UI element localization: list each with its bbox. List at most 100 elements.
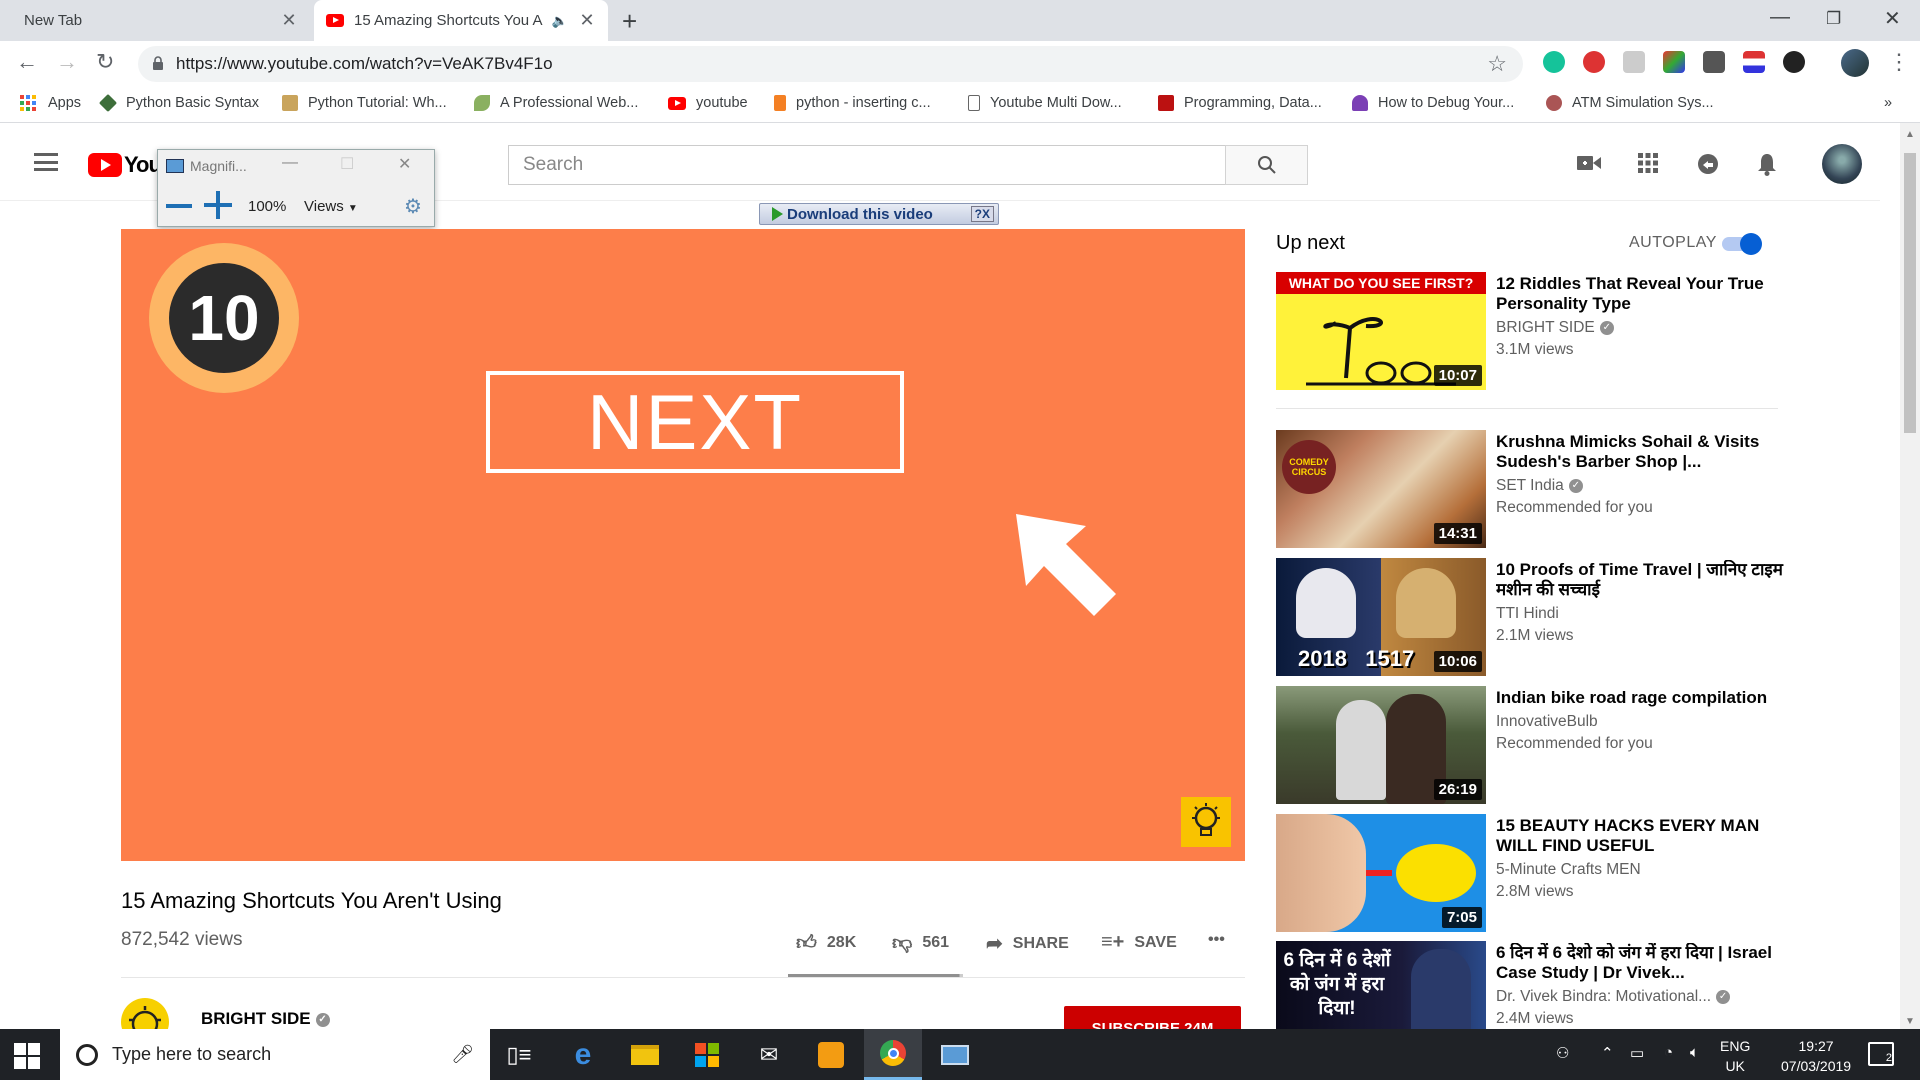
up-next-video-item[interactable]: WHAT DO YOU SEE FIRST? 10:07 12 Riddles … [1276, 272, 1786, 390]
bookmark-how-to-debug[interactable]: How to Debug Your... [1352, 95, 1514, 111]
forward-icon[interactable]: → [56, 49, 78, 75]
search-extension-icon[interactable] [1783, 51, 1805, 73]
volume-icon[interactable]: 🔈︎ [1690, 1044, 1699, 1061]
video-thumbnail[interactable]: 2018 1517 10:06 [1276, 558, 1486, 676]
people-icon[interactable]: ⚇ [1556, 1044, 1569, 1062]
download-video-bar[interactable]: Download this video ?X [759, 203, 999, 225]
messages-icon[interactable] [1697, 153, 1719, 175]
system-clock[interactable]: 19:27 07/03/2019 [1781, 1036, 1851, 1076]
magnifier-title-bar[interactable]: Magnifi... [166, 158, 247, 174]
magnifier-minimize-icon[interactable]: — [282, 154, 298, 172]
video-title[interactable]: 15 BEAUTY HACKS EVERY MAN WILL FIND USEF… [1496, 816, 1786, 856]
bookmark-python-inserting[interactable]: python - inserting c... [774, 95, 931, 111]
taskbar-search-box[interactable]: Type here to search 🎤︎ [60, 1029, 490, 1080]
bookmark-python-basic-syntax[interactable]: Python Basic Syntax [98, 93, 259, 113]
like-button[interactable]: 👍︎ 28K [796, 931, 856, 955]
up-next-video-item[interactable]: 6 दिन में 6 देशों को जंग में हरा दिया! 6… [1276, 941, 1786, 1029]
video-thumbnail[interactable]: 6 दिन में 6 देशों को जंग में हरा दिया! [1276, 941, 1486, 1029]
video-thumbnail[interactable]: WHAT DO YOU SEE FIRST? 10:07 [1276, 272, 1486, 390]
share-button[interactable]: ➦ SHARE [986, 931, 1069, 956]
mail-icon[interactable]: ✉ [740, 1029, 798, 1080]
up-next-video-item[interactable]: 26:19 Indian bike road rage compilation … [1276, 686, 1786, 804]
more-actions-button[interactable]: ••• [1208, 931, 1225, 949]
scrollbar-thumb[interactable] [1904, 153, 1916, 433]
views-dropdown[interactable]: Views ▼ [304, 198, 358, 215]
adblock-extension-icon[interactable] [1583, 51, 1605, 73]
scroll-down-arrow-icon[interactable]: ▼ [1905, 1016, 1915, 1027]
tab-youtube-video[interactable]: 15 Amazing Shortcuts You A 🔈 ✕ [314, 0, 608, 41]
language-indicator[interactable]: ENG UK [1720, 1036, 1750, 1076]
close-window-icon[interactable]: ✕ [1884, 6, 1901, 31]
colorful-extension-icon[interactable] [1663, 51, 1685, 73]
magnifier-maximize-icon[interactable]: ☐ [340, 154, 354, 174]
apps-icon[interactable] [1638, 153, 1658, 173]
channel-name[interactable]: BRIGHT SIDE ✓ [201, 1009, 330, 1029]
app-orange-icon[interactable] [802, 1029, 860, 1080]
video-title[interactable]: Indian bike road rage compilation [1496, 688, 1786, 708]
bookmark-programming-data[interactable]: Programming, Data... [1158, 95, 1322, 111]
zoom-out-icon[interactable] [166, 204, 192, 208]
close-tab-icon[interactable]: ✕ [576, 10, 598, 31]
grammarly-extension-icon[interactable] [1543, 51, 1565, 73]
scroll-up-arrow-icon[interactable]: ▲ [1905, 129, 1915, 140]
video-thumbnail[interactable]: COMEDY CIRCUS 14:31 [1276, 430, 1486, 548]
search-button[interactable] [1225, 145, 1308, 185]
file-explorer-icon[interactable] [616, 1029, 674, 1080]
bookmark-professional-web[interactable]: A Professional Web... [474, 95, 638, 111]
video-title[interactable]: 10 Proofs of Time Travel | जानिए टाइम मश… [1496, 560, 1786, 600]
edge-browser-icon[interactable]: e [554, 1029, 612, 1080]
up-next-video-item[interactable]: 2018 1517 10:06 10 Proofs of Time Travel… [1276, 558, 1786, 676]
bookmark-star-icon[interactable]: ☆ [1487, 51, 1507, 77]
reload-icon[interactable]: ↻ [96, 49, 114, 75]
extension-box-icon[interactable] [1623, 51, 1645, 73]
wifi-icon[interactable]: ◔ [1664, 1044, 1673, 1061]
new-tab-button[interactable]: + [622, 6, 637, 37]
up-next-video-item[interactable]: COMEDY CIRCUS 14:31 Krushna Mimicks Soha… [1276, 430, 1786, 548]
search-input[interactable]: Search [508, 145, 1226, 185]
minimize-window-icon[interactable]: — [1770, 6, 1790, 29]
magnifier-settings-gear-icon[interactable]: ⚙ [404, 194, 422, 219]
address-bar[interactable]: https://www.youtube.com/watch?v=VeAK7Bv4… [138, 46, 1523, 82]
bookmark-atm-simulation[interactable]: ATM Simulation Sys... [1546, 95, 1714, 111]
lightbulb-icon[interactable] [1181, 797, 1231, 847]
up-next-video-item[interactable]: 7:05 15 BEAUTY HACKS EVERY MAN WILL FIND… [1276, 814, 1786, 932]
autoplay-toggle[interactable] [1722, 233, 1762, 255]
flag-extension-icon[interactable] [1743, 51, 1765, 73]
audio-playing-icon[interactable]: 🔈 [552, 13, 568, 29]
microphone-icon[interactable]: 🎤︎ [451, 1044, 474, 1065]
notifications-icon[interactable] [1757, 152, 1777, 176]
tab-new-tab[interactable]: New Tab ✕ [0, 0, 310, 41]
page-scrollbar[interactable]: ▲ ▼ [1900, 123, 1920, 1029]
bookmark-youtube[interactable]: youtube [668, 95, 748, 111]
battery-icon[interactable]: ▭ [1630, 1044, 1644, 1062]
bookmark-apps[interactable]: Apps [20, 95, 81, 111]
windows-start-icon[interactable] [14, 1043, 40, 1069]
close-tab-icon[interactable]: ✕ [278, 10, 300, 31]
magnifier-taskbar-icon[interactable] [926, 1029, 984, 1080]
bookmark-youtube-multi-dow[interactable]: Youtube Multi Dow... [968, 95, 1122, 111]
guide-menu-icon[interactable] [34, 153, 58, 171]
dislike-button[interactable]: 👎︎ 561 [892, 931, 949, 955]
bookmarks-overflow[interactable]: » [1884, 95, 1892, 111]
restore-window-icon[interactable]: ❐ [1826, 9, 1841, 29]
video-title[interactable]: Krushna Mimicks Sohail & Visits Sudesh's… [1496, 432, 1786, 472]
video-thumbnail[interactable]: 26:19 [1276, 686, 1486, 804]
chrome-profile-avatar[interactable] [1841, 49, 1869, 77]
magnifier-close-icon[interactable]: ✕ [398, 154, 411, 174]
account-avatar[interactable] [1822, 144, 1862, 184]
show-hidden-icons-chevron-icon[interactable]: ⌃ [1601, 1044, 1614, 1062]
microsoft-store-icon[interactable] [678, 1029, 736, 1080]
action-center-icon[interactable]: 2 [1868, 1042, 1894, 1066]
video-title[interactable]: 12 Riddles That Reveal Your True Persona… [1496, 274, 1786, 314]
video-title[interactable]: 6 दिन में 6 देशो को जंग में हरा दिया | I… [1496, 943, 1786, 983]
zoom-in-icon[interactable] [204, 191, 232, 219]
save-button[interactable]: ≡+ SAVE [1101, 931, 1177, 954]
video-player[interactable]: 10 NEXT [121, 229, 1245, 861]
video-thumbnail[interactable]: 7:05 [1276, 814, 1486, 932]
bookmark-python-tutorial[interactable]: Python Tutorial: Wh... [282, 95, 447, 111]
task-view-icon[interactable]: ▯≡ [490, 1029, 548, 1080]
chrome-menu-icon[interactable]: ⋮ [1888, 49, 1910, 75]
create-video-icon[interactable] [1577, 154, 1601, 172]
chrome-taskbar-icon[interactable] [864, 1029, 922, 1080]
back-icon[interactable]: ← [16, 49, 38, 75]
